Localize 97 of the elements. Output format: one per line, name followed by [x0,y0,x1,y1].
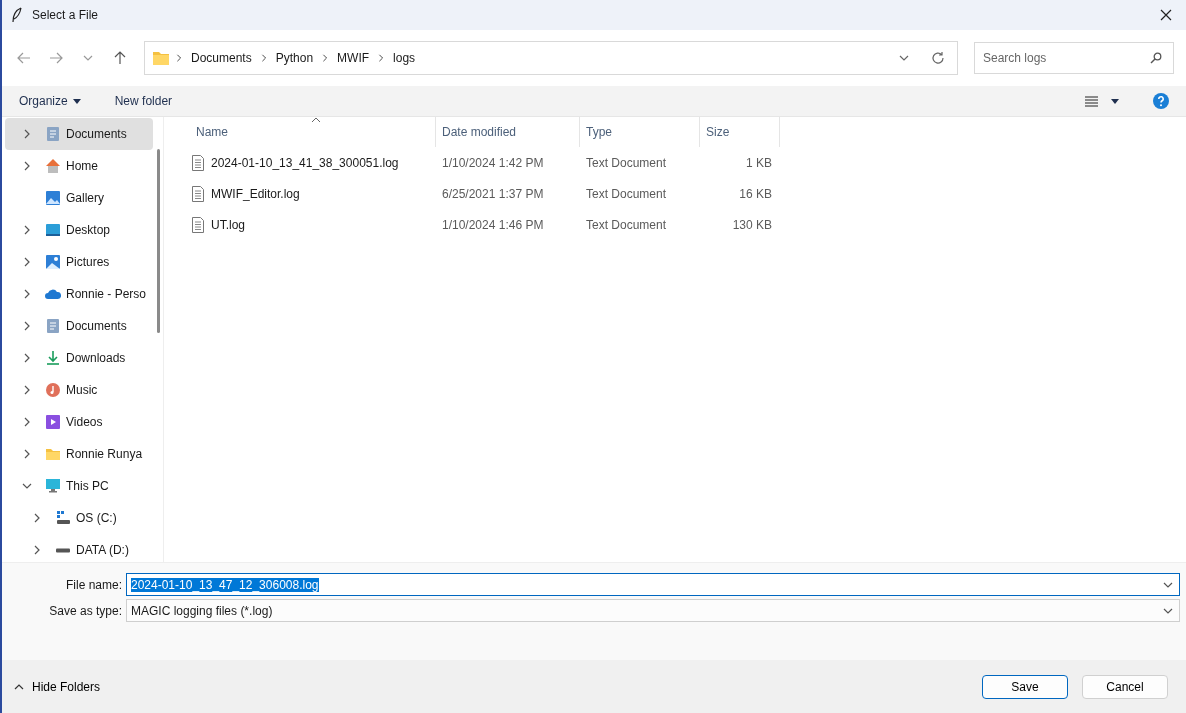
file-name-field[interactable]: 2024-01-10_13_47_12_306008.log [126,573,1180,596]
text-file-icon [192,185,204,202]
chevron-icon [22,225,32,235]
field-label: Save as type: [48,603,123,618]
sidebar-item[interactable]: Ronnie - Perso [5,278,153,310]
chevron-icon [377,54,386,62]
column-header[interactable]: Type [580,117,700,147]
sidebar-item[interactable]: Downloads [5,342,153,374]
hide-folders-button[interactable]: Hide Folders [14,679,101,694]
file-name: 2024-01-10_13_41_38_300051.log [211,155,399,170]
chevron-icon [32,545,42,555]
size-cell: 1 KB [746,155,772,170]
date-cell: 1/10/2024 1:42 PM [442,155,544,170]
file-row[interactable]: 2024-01-10_13_41_38_300051.log 1/10/2024 1:42 PM Text Document 1 KB [186,147,1186,178]
scrollbar-thumb[interactable] [156,149,160,333]
breadcrumb[interactable]: Python [273,51,316,65]
search-field[interactable]: Search logs [974,42,1174,74]
sidebar-item[interactable]: Gallery [5,182,153,214]
sidebar-item[interactable]: This PC [5,470,153,502]
feather-icon [12,7,22,23]
address-bar[interactable]: Documents Python MWIF logs [144,41,958,75]
chevron-icon [22,289,32,299]
video-icon [45,414,61,430]
field-label: File name: [64,577,123,592]
monitor-icon [45,478,61,494]
forward-arrow-icon [49,52,63,64]
sidebar-item[interactable]: Music [5,374,153,406]
document-icon [45,126,61,142]
chevron-icon [22,353,32,363]
image-icon [45,190,61,206]
drive-icon [55,510,71,526]
document-icon [45,318,61,334]
caret-icon [72,98,81,104]
breadcrumb[interactable]: Documents [189,51,254,65]
sidebar-item[interactable]: Documents [5,118,153,150]
organize-button[interactable]: Organize [14,94,86,108]
new-folder-button[interactable]: New folder [109,94,178,108]
chevron-icon [22,257,32,267]
sidebar-item[interactable]: Pictures [5,246,153,278]
size-cell: 16 KB [739,186,772,201]
help-icon [1153,93,1169,109]
chevron-icon [259,54,268,62]
drive-icon [55,547,71,553]
save-button[interactable]: Save [982,674,1068,699]
chevron-icon [22,449,32,459]
text-file-icon [192,154,204,171]
breadcrumb[interactable]: logs [391,51,418,65]
file-row[interactable]: MWIF_Editor.log 6/25/2021 1:37 PM Text Document 16 KB [186,178,1186,209]
chevron-icon [32,513,42,523]
chevron-icon [22,129,32,139]
window-title: Select a File [32,8,100,22]
sidebar-item[interactable]: OS (C:) [5,502,153,534]
file-name: UT.log [211,217,245,232]
file-row[interactable]: UT.log 1/10/2024 1:46 PM Text Document 130 KB [186,209,1186,240]
date-cell: 6/25/2021 1:37 PM [442,186,544,201]
sidebar-item[interactable]: Desktop [5,214,153,246]
back-arrow-icon [17,52,31,64]
column-header[interactable]: Size [700,117,780,147]
sidebar-item[interactable]: DATA (D:) [5,534,153,562]
folder-icon [153,51,169,65]
chevron-icon [22,161,32,171]
file-name: MWIF_Editor.log [211,186,300,201]
picture-icon [45,254,61,270]
file-type-dropdown[interactable]: MAGIC logging files (*.log) [126,599,1180,622]
search-icon [1150,52,1162,64]
sidebar-item[interactable]: Home [5,150,153,182]
column-header[interactable]: Date modified [436,117,580,147]
chevron-icon [22,417,32,427]
home-icon [45,158,61,174]
list-view-icon [1085,95,1098,107]
sidebar-item[interactable]: Ronnie Runya [5,438,153,470]
chevron-icon [899,53,909,63]
type-cell: Text Document [586,186,667,201]
breadcrumb[interactable]: MWIF [335,51,372,65]
close-icon [1160,9,1172,21]
sidebar-item[interactable]: Documents [5,310,153,342]
chevron-icon [22,321,32,331]
chevron-icon [83,53,93,63]
download-icon [45,350,61,366]
type-cell: Text Document [586,155,667,170]
date-cell: 1/10/2024 1:46 PM [442,217,544,232]
folder-icon [45,446,61,462]
desktop-icon [45,222,61,238]
chevron-icon [175,54,183,62]
chevron-icon [22,481,32,491]
caret-icon [1111,98,1119,104]
size-cell: 130 KB [732,217,772,232]
text-file-icon [192,216,204,233]
chevron-icon [22,385,32,395]
sidebar-item[interactable]: Videos [5,406,153,438]
cancel-button[interactable]: Cancel [1082,674,1168,699]
column-header[interactable]: Name [186,117,436,147]
chevron-icon [321,54,330,62]
sort-icon [310,117,321,123]
up-arrow-icon [114,51,126,65]
music-icon [45,382,61,398]
type-cell: Text Document [586,217,667,232]
